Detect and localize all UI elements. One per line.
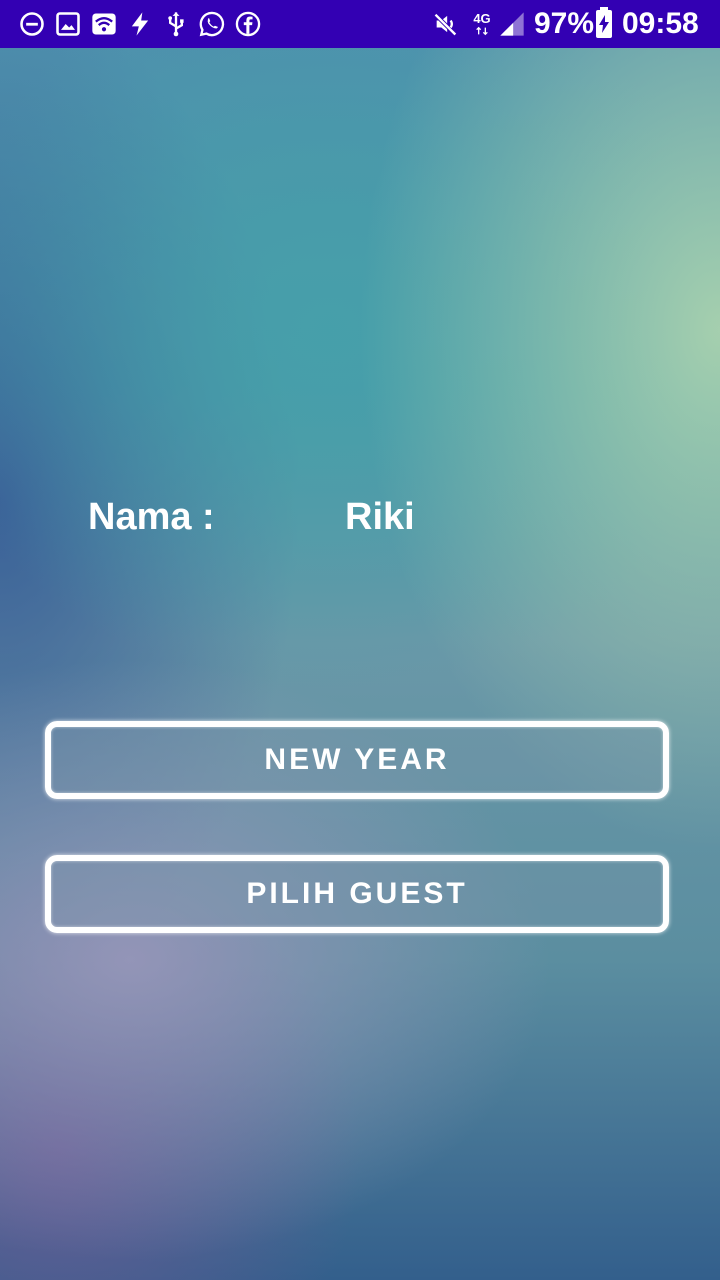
pilih-guest-button[interactable]: PILIH GUEST: [45, 855, 669, 933]
mute-icon: [432, 10, 460, 38]
battery-charging-icon: [596, 7, 612, 38]
clock: 09:58: [622, 7, 699, 40]
new-year-button[interactable]: NEW YEAR: [45, 721, 669, 799]
network-type-label: 4G: [473, 11, 491, 26]
name-value: Riki: [345, 496, 415, 538]
usb-icon: [162, 10, 190, 38]
wifi-icon: [90, 10, 118, 38]
signal-icon: [498, 10, 526, 38]
do-not-disturb-icon: [18, 10, 46, 38]
whatsapp-icon: [198, 10, 226, 38]
flash-icon: [126, 10, 154, 38]
pilih-guest-button-label: PILIH GUEST: [246, 877, 468, 910]
status-bar: 4G 97% 09:58: [0, 0, 720, 48]
network-4g-icon: 4G: [468, 10, 496, 38]
app-screen: 4G 97% 09:58 Nama : Riki NEW YEAR PILIH …: [0, 0, 720, 1280]
battery-percentage: 97%: [534, 7, 595, 40]
facebook-icon: [234, 10, 262, 38]
name-label: Nama :: [88, 496, 215, 538]
image-icon: [54, 10, 82, 38]
new-year-button-label: NEW YEAR: [264, 743, 450, 776]
